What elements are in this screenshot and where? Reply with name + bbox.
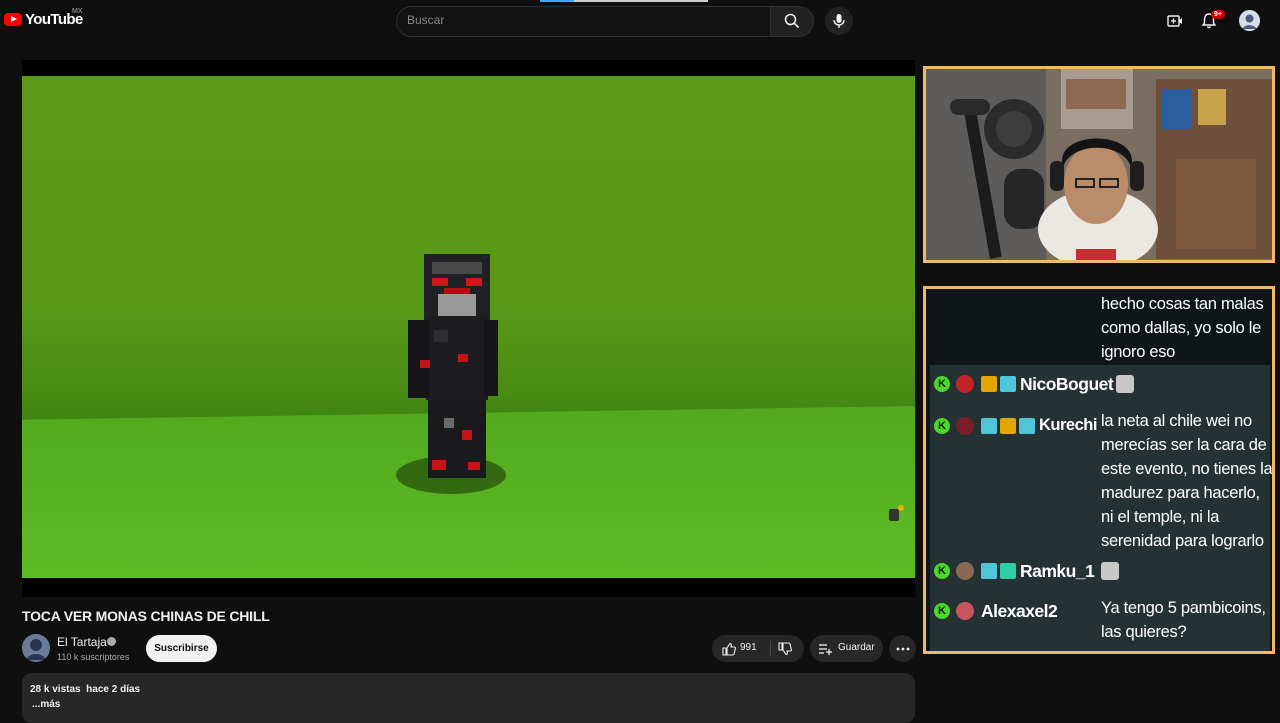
save-button[interactable]: Guardar xyxy=(810,635,883,662)
game-character xyxy=(408,254,498,478)
chat-message: K Ramku_1 xyxy=(930,551,1270,591)
chat-message: K NicoBoguet xyxy=(930,365,1270,403)
subscriber-badge-icon xyxy=(1000,376,1016,392)
subscriber-badge-icon xyxy=(981,563,997,579)
subscribe-button[interactable]: Suscribirse xyxy=(146,635,217,662)
kick-logo-icon: K xyxy=(934,376,950,392)
youtube-play-icon xyxy=(4,13,22,26)
view-stats: 28 k vistas hace 2 días xyxy=(30,684,140,695)
search-box xyxy=(396,6,771,37)
like-separator xyxy=(770,641,771,656)
microphone-icon xyxy=(833,14,845,28)
top-bar: YouTube MX 9+ xyxy=(0,0,1280,42)
video-frame[interactable] xyxy=(22,76,915,578)
save-label: Guardar xyxy=(838,642,875,653)
show-more-link[interactable]: ...más xyxy=(32,699,60,710)
info-dot-icon xyxy=(898,505,904,511)
account-avatar[interactable] xyxy=(1239,10,1260,31)
stream-chat: hecho cosas tan malas como dallas, yo so… xyxy=(923,286,1275,654)
cat-emote-icon xyxy=(1101,562,1119,580)
youtube-logo[interactable]: YouTube MX xyxy=(4,8,83,28)
channel-avatar-image xyxy=(22,634,50,662)
user-avatar xyxy=(956,375,974,393)
subscriber-count: 110 k suscriptores xyxy=(57,652,130,662)
chat-username[interactable]: Kurechi xyxy=(1039,416,1097,435)
account-avatar-image xyxy=(1239,10,1260,31)
webcam-image xyxy=(926,69,1272,260)
like-dislike-group: 991 xyxy=(712,635,804,662)
video-player[interactable] xyxy=(22,60,915,597)
kick-logo-icon: K xyxy=(934,418,950,434)
create-video-icon[interactable] xyxy=(1166,12,1184,30)
more-actions-button[interactable] xyxy=(889,635,916,662)
chat-message-text: hecho cosas tan malas como dallas, yo so… xyxy=(1101,295,1264,361)
add-to-playlist-icon xyxy=(819,644,832,655)
crown-badge-icon xyxy=(1000,418,1016,434)
chat-message: K Alexaxel2 Ya tengo 5 pambicoins, las q… xyxy=(930,591,1270,651)
upload-date: hace 2 días xyxy=(86,684,141,695)
voice-search-button[interactable] xyxy=(825,7,853,35)
kick-logo-icon: K xyxy=(934,603,950,619)
search-icon xyxy=(784,13,800,29)
user-avatar xyxy=(956,417,974,435)
cat-emote-icon xyxy=(1116,375,1134,393)
description-box[interactable]: 28 k vistas hace 2 días ...más xyxy=(22,673,915,723)
moderator-badge-icon xyxy=(981,418,997,434)
kick-logo-icon: K xyxy=(934,563,950,579)
chat-username[interactable]: Alexaxel2 xyxy=(981,601,1058,622)
user-avatar xyxy=(956,602,974,620)
dislike-thumb-icon[interactable] xyxy=(778,642,792,656)
like-thumb-icon[interactable] xyxy=(722,642,736,656)
chat-message: hecho cosas tan malas como dallas, yo so… xyxy=(930,289,1270,365)
verified-icon xyxy=(107,637,116,646)
page-loading-bar xyxy=(540,0,708,2)
view-count: 28 k vistas xyxy=(30,684,81,695)
video-title: TOCA VER MONAS CHINAS DE CHILL xyxy=(22,608,270,624)
chat-message: K Kurechi la neta al chile wei no merecí… xyxy=(930,403,1273,551)
country-code: MX xyxy=(72,8,83,15)
lock-icon xyxy=(889,509,899,521)
user-avatar xyxy=(956,562,974,580)
channel-avatar[interactable] xyxy=(22,634,50,662)
search-button[interactable] xyxy=(770,6,814,37)
notifications-badge: 9+ xyxy=(1211,10,1225,19)
chat-username[interactable]: Ramku_1 xyxy=(1020,561,1095,582)
gift-badge-icon xyxy=(1000,563,1016,579)
like-count[interactable]: 991 xyxy=(740,642,757,653)
more-horizontal-icon xyxy=(896,647,910,651)
search-input[interactable] xyxy=(407,13,757,27)
channel-name[interactable]: El Tartaja xyxy=(57,635,107,649)
subscriber-badge-icon xyxy=(1019,418,1035,434)
chat-message-text: Ya tengo 5 pambicoins, las quieres? xyxy=(1101,599,1266,641)
chat-messages: hecho cosas tan malas como dallas, yo so… xyxy=(930,289,1273,651)
chat-username[interactable]: NicoBoguet xyxy=(1020,374,1114,395)
chat-message-text: la neta al chile wei no merecías ser la … xyxy=(1101,412,1273,550)
streamer-webcam xyxy=(923,66,1275,263)
crown-badge-icon xyxy=(981,376,997,392)
